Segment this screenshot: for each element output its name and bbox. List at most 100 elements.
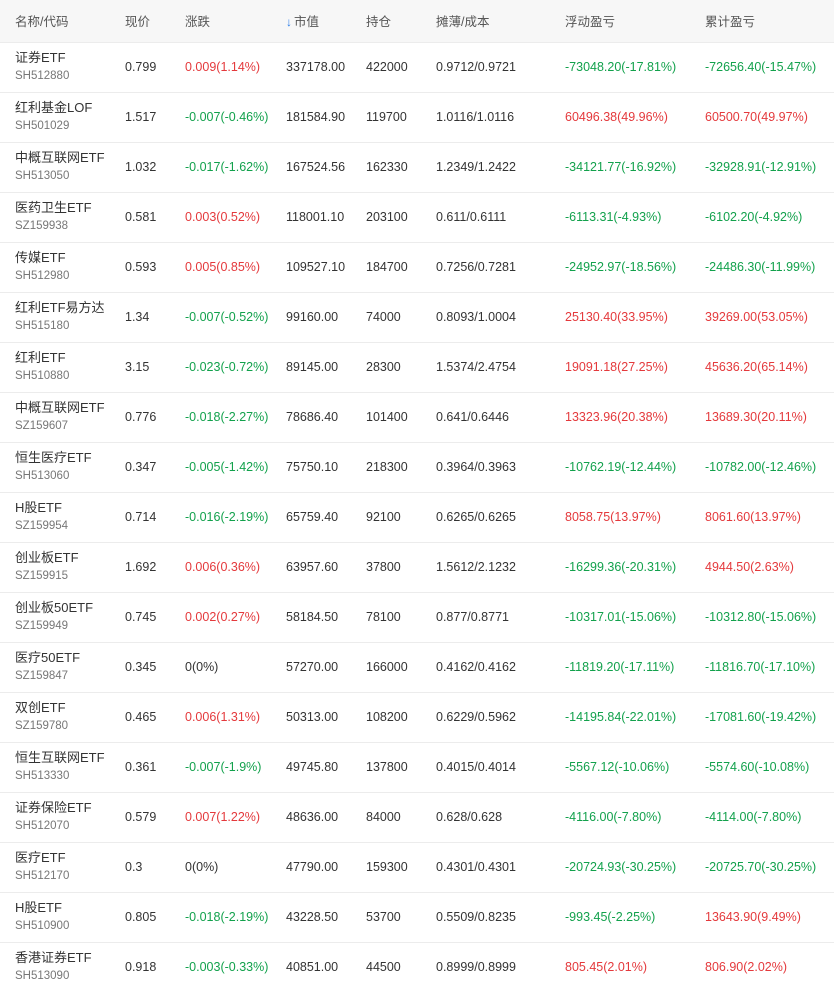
fund-cell[interactable]: 创业板50ETF SZ159949 [0, 592, 125, 642]
position-cell: 159300 [366, 860, 408, 874]
table-row[interactable]: 证券ETF SH512880 0.799 0.009(1.14%) 337178.00 4… [0, 42, 834, 92]
fund-cell[interactable]: 红利ETF易方达 SH515180 [0, 292, 125, 342]
table-row[interactable]: 中概互联网ETF SZ159607 0.776 -0.018(-2.27%) 78686… [0, 392, 834, 442]
table-row[interactable]: 双创ETF SZ159780 0.465 0.006(1.31%) 50313.00 10… [0, 692, 834, 742]
market-value-cell: 99160.00 [286, 310, 339, 324]
fund-code: SH512980 [15, 270, 70, 282]
floating-pl-cell: -16299.36(-20.31%) [565, 560, 677, 574]
fund-cell[interactable]: 香港证券ETF SH513090 [0, 942, 125, 992]
header-position[interactable]: 持仓 [366, 0, 436, 42]
fund-name[interactable]: 医疗ETF [15, 849, 125, 867]
fund-cell[interactable]: 恒生互联网ETF SH513330 [0, 742, 125, 792]
cumulative-pl-cell: -72656.40(-15.47%) [705, 60, 817, 74]
fund-name[interactable]: 证券保险ETF [15, 799, 125, 817]
position-cell: 166000 [366, 660, 408, 674]
header-cost[interactable]: 摊薄/成本 [436, 0, 565, 42]
fund-name[interactable]: 创业板ETF [15, 549, 125, 567]
change-cell: -0.007(-1.9%) [185, 760, 262, 774]
fund-cell[interactable]: 证券ETF SH512880 [0, 42, 125, 92]
table-row[interactable]: 红利ETF SH510880 3.15 -0.023(-0.72%) 89145.00 2… [0, 342, 834, 392]
change-cell: -0.017(-1.62%) [185, 160, 269, 174]
fund-name[interactable]: 中概互联网ETF [15, 399, 125, 417]
position-cell: 119700 [366, 110, 407, 124]
header-cumulative-pl[interactable]: 累计盈亏 [705, 0, 834, 42]
fund-cell[interactable]: 双创ETF SZ159780 [0, 692, 125, 742]
header-change[interactable]: 涨跌 [185, 0, 286, 42]
table-row[interactable]: 医疗ETF SH512170 0.3 0(0%) 47790.00 159300 0.430… [0, 842, 834, 892]
cost-cell: 0.6265/0.6265 [436, 510, 516, 524]
fund-cell[interactable]: 医药卫生ETF SZ159938 [0, 192, 125, 242]
fund-name[interactable]: 香港证券ETF [15, 949, 125, 967]
fund-name[interactable]: 红利ETF易方达 [15, 299, 125, 317]
fund-cell[interactable]: H股ETF SZ159954 [0, 492, 125, 542]
fund-name[interactable]: H股ETF [15, 899, 125, 917]
fund-cell[interactable]: 中概互联网ETF SZ159607 [0, 392, 125, 442]
table-row[interactable]: 医药卫生ETF SZ159938 0.581 0.003(0.52%) 118001.1… [0, 192, 834, 242]
fund-cell[interactable]: 创业板ETF SZ159915 [0, 542, 125, 592]
floating-pl-cell: -10317.01(-15.06%) [565, 610, 677, 624]
fund-name[interactable]: 医药卫生ETF [15, 199, 125, 217]
fund-code: SH513330 [15, 770, 70, 782]
fund-name[interactable]: 红利基金LOF [15, 99, 125, 117]
fund-name[interactable]: 红利ETF [15, 349, 125, 367]
fund-name[interactable]: 恒生互联网ETF [15, 749, 125, 767]
fund-cell[interactable]: 证券保险ETF SH512070 [0, 792, 125, 842]
fund-name[interactable]: H股ETF [15, 499, 125, 517]
table-row[interactable]: 恒生互联网ETF SH513330 0.361 -0.007(-1.9%) 49745.… [0, 742, 834, 792]
fund-name[interactable]: 恒生医疗ETF [15, 449, 125, 467]
fund-cell[interactable]: 恒生医疗ETF SH513060 [0, 442, 125, 492]
fund-cell[interactable]: 红利ETF SH510880 [0, 342, 125, 392]
cost-cell: 0.7256/0.7281 [436, 260, 516, 274]
change-cell: 0.009(1.14%) [185, 60, 261, 74]
table-row[interactable]: 传媒ETF SH512980 0.593 0.005(0.85%) 109527.10 1… [0, 242, 834, 292]
table-row[interactable]: 证券保险ETF SH512070 0.579 0.007(1.22%) 48636.00… [0, 792, 834, 842]
market-value-cell: 65759.40 [286, 510, 339, 524]
fund-cell[interactable]: 中概互联网ETF SH513050 [0, 142, 125, 192]
table-row[interactable]: H股ETF SH510900 0.805 -0.018(-2.19%) 43228.50… [0, 892, 834, 942]
fund-name[interactable]: 证券ETF [15, 49, 125, 67]
cost-cell: 0.641/0.6446 [436, 410, 509, 424]
market-value-cell: 47790.00 [286, 860, 339, 874]
fund-name[interactable]: 传媒ETF [15, 249, 125, 267]
cumulative-pl-cell: 60500.70(49.97%) [705, 110, 808, 124]
fund-name[interactable]: 中概互联网ETF [15, 149, 125, 167]
fund-name[interactable]: 医疗50ETF [15, 649, 125, 667]
table-row[interactable]: 红利ETF易方达 SH515180 1.34 -0.007(-0.52%) 99160.… [0, 292, 834, 342]
market-value-cell: 167524.56 [286, 160, 346, 174]
fund-code: SH512070 [15, 820, 70, 832]
change-cell: -0.003(-0.33%) [185, 960, 269, 975]
fund-cell[interactable]: 医疗50ETF SZ159847 [0, 642, 125, 692]
position-cell: 184700 [366, 260, 408, 274]
table-row[interactable]: 创业板ETF SZ159915 1.692 0.006(0.36%) 63957.60 3… [0, 542, 834, 592]
header-price[interactable]: 现价 [125, 0, 185, 42]
table-row[interactable]: H股ETF SZ159954 0.714 -0.016(-2.19%) 65759.40… [0, 492, 834, 542]
fund-code: SH512170 [15, 870, 70, 882]
table-row[interactable]: 香港证券ETF SH513090 0.918 -0.003(-0.33%) 40851.… [0, 942, 834, 992]
floating-pl-cell: -20724.93(-30.25%) [565, 860, 677, 874]
cumulative-pl-cell: 39269.00(53.05%) [705, 310, 808, 324]
fund-cell[interactable]: H股ETF SH510900 [0, 892, 125, 942]
fund-cell[interactable]: 红利基金LOF SH501029 [0, 92, 125, 142]
position-cell: 78100 [366, 610, 401, 624]
header-market-value[interactable]: ↓ 市值 [286, 0, 366, 42]
header-floating-pl[interactable]: 浮动盈亏 [565, 0, 705, 42]
fund-name[interactable]: 创业板50ETF [15, 599, 125, 617]
table-row[interactable]: 红利基金LOF SH501029 1.517 -0.007(-0.46%) 181584… [0, 92, 834, 142]
fund-name[interactable]: 双创ETF [15, 699, 125, 717]
floating-pl-cell: -6113.31(-4.93%) [565, 210, 662, 224]
cost-cell: 0.3964/0.3963 [436, 460, 516, 474]
position-cell: 203100 [366, 210, 408, 224]
cost-cell: 0.611/0.6111 [436, 210, 507, 224]
table-row[interactable]: 创业板50ETF SZ159949 0.745 0.002(0.27%) 58184.5… [0, 592, 834, 642]
floating-pl-cell: -14195.84(-22.01%) [565, 710, 677, 724]
table-row[interactable]: 恒生医疗ETF SH513060 0.347 -0.005(-1.42%) 75750.… [0, 442, 834, 492]
table-row[interactable]: 医疗50ETF SZ159847 0.345 0(0%) 57270.00 166000 0… [0, 642, 834, 692]
table-row[interactable]: 中概互联网ETF SH513050 1.032 -0.017(-1.62%) 16752… [0, 142, 834, 192]
fund-cell[interactable]: 医疗ETF SH512170 [0, 842, 125, 892]
header-name-code[interactable]: 名称/代码 [0, 0, 125, 42]
price-cell: 0.347 [125, 460, 157, 474]
fund-cell[interactable]: 传媒ETF SH512980 [0, 242, 125, 292]
position-cell: 92100 [366, 510, 401, 524]
position-cell: 44500 [366, 960, 401, 975]
fund-code: SZ159607 [15, 420, 69, 432]
